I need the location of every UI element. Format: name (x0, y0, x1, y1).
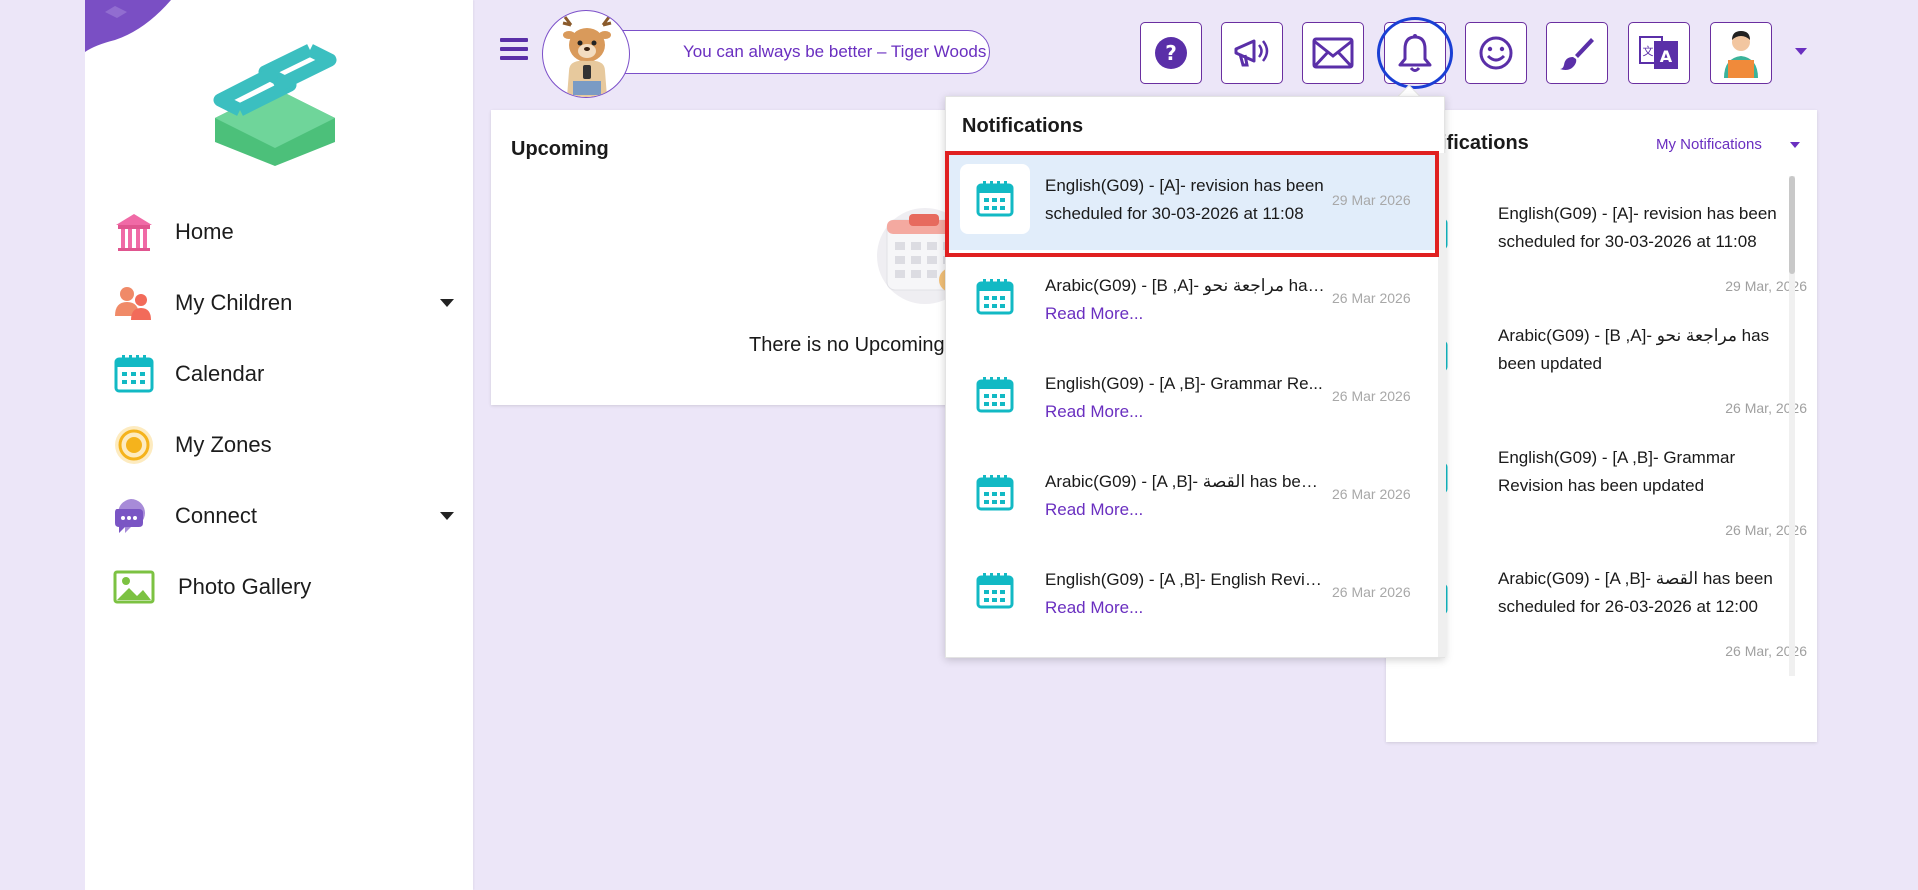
chevron-down-icon[interactable] (440, 298, 454, 307)
photo-gallery-icon (113, 566, 155, 608)
language-button[interactable]: A文 (1628, 22, 1690, 84)
theme-button[interactable] (1546, 22, 1608, 84)
read-more-link[interactable]: Read More... (1045, 398, 1327, 426)
quote-text: You can always be better – Tiger Woods (683, 42, 987, 61)
notification-summary: English(G09) - [A ,B]- English Revis... (1045, 570, 1327, 589)
bell-icon (1398, 34, 1432, 72)
upcoming-empty-text: There is no Upcoming E (749, 334, 964, 356)
read-more-link[interactable]: Read More... (1045, 300, 1327, 328)
sidebar-item-calendar[interactable]: Calendar (85, 338, 473, 409)
svg-text:文: 文 (1643, 44, 1654, 58)
notification-summary: Arabic(G09) - [A ,B]- القصة has been... (1045, 472, 1327, 491)
quote-banner: You can always be better – Tiger Woods (590, 30, 990, 74)
corner-fold-decoration (85, 0, 171, 52)
sidebar-item-my-children[interactable]: My Children (85, 267, 473, 338)
notifications-dropdown: Notifications English(G09) - [A]- revisi… (945, 96, 1446, 658)
upcoming-card: Upcoming There is no Upcoming E (491, 110, 1011, 405)
sidebar-item-home[interactable]: Home (85, 196, 473, 267)
notifications-panel-title: ifications (1441, 132, 1529, 154)
notification-item[interactable]: Arabic(G09) - [A ,B]- القصة has been... … (946, 446, 1438, 544)
notification-item[interactable]: English(G09) - [A]- revision has been sc… (946, 152, 1438, 250)
language-icon: A文 (1639, 36, 1678, 69)
notification-text: English(G09) - [A ,B]- Grammar Re... Rea… (1045, 370, 1327, 426)
notification-item[interactable]: English(G09) - [A ,B]- English Revis... … (946, 544, 1438, 642)
read-more-link[interactable]: Read More... (1045, 594, 1327, 622)
sidebar-item-label: My Zones (175, 431, 272, 457)
svg-text:?: ? (1165, 41, 1177, 65)
help-icon: ? (1155, 37, 1187, 69)
read-more-link[interactable]: Read More... (1045, 496, 1327, 524)
notifications-filter[interactable]: My Notifications (1656, 136, 1762, 153)
scrollbar[interactable] (1438, 153, 1446, 657)
brush-icon (1560, 38, 1594, 70)
profile-avatar (1724, 31, 1758, 78)
calendar-icon (113, 353, 155, 395)
smiley-icon (1479, 36, 1513, 70)
notification-item[interactable]: English(G09) - [A ,B]- Grammar Re... Rea… (946, 348, 1438, 446)
announcement-button[interactable] (1221, 22, 1283, 84)
calendar-icon (960, 556, 1030, 626)
home-icon (113, 211, 155, 253)
notification-text: Arabic(G09) - [B ,A]- مراجعة نحو has bee… (1498, 326, 1770, 373)
children-icon (113, 282, 155, 324)
calendar-icon (960, 262, 1030, 332)
notification-summary: English(G09) - [A ,B]- Grammar Re... (1045, 374, 1323, 393)
notifications-button[interactable] (1384, 22, 1446, 84)
scrollbar[interactable] (1789, 176, 1795, 676)
calendar-icon (960, 458, 1030, 528)
notification-text: English(G09) - [A]- revision has been sc… (1045, 176, 1324, 223)
notification-text: English(G09) - [A ,B]- Grammar Revision … (1498, 448, 1736, 495)
sidebar-item-connect[interactable]: Connect (85, 480, 473, 551)
mail-icon (1312, 37, 1354, 69)
profile-button[interactable] (1710, 22, 1772, 84)
notification-text: English(G09) - [A ,B]- English Revis... … (1045, 566, 1327, 622)
sidebar-item-label: Connect (175, 502, 257, 528)
chevron-down-icon[interactable] (440, 511, 454, 520)
chevron-down-icon[interactable] (1790, 142, 1800, 148)
scrollbar-thumb[interactable] (1789, 176, 1795, 274)
notifications-panel: ifications My Notifications English(G09)… (1386, 110, 1817, 742)
mascot-avatar (542, 10, 630, 98)
notification-date: 26 Mar 2026 (1332, 388, 1411, 404)
upcoming-title: Upcoming (511, 138, 609, 160)
calendar-icon (960, 164, 1030, 234)
mail-button[interactable] (1302, 22, 1364, 84)
notification-summary: Arabic(G09) - [B ,A]- مراجعة نحو has ... (1045, 276, 1327, 295)
notification-text: English(G09) - [A]- revision has been sc… (1498, 204, 1777, 251)
hamburger-menu-button[interactable] (500, 38, 528, 64)
calendar-icon (960, 360, 1030, 430)
sidebar-item-label: Photo Gallery (178, 573, 312, 599)
dropdown-title: Notifications (962, 115, 1084, 137)
svg-text:A: A (1660, 47, 1673, 66)
sidebar-item-label: Home (175, 218, 234, 244)
zones-icon (113, 424, 155, 466)
notification-text: Arabic(G09) - [A ,B]- القصة has been sch… (1498, 569, 1773, 616)
notification-date: 26 Mar 2026 (1332, 290, 1411, 306)
notifications-list: English(G09) - [A]- revision has been sc… (946, 149, 1438, 657)
notification-text: Arabic(G09) - [B ,A]- مراجعة نحو has ...… (1045, 272, 1327, 328)
profile-menu-caret[interactable] (1795, 48, 1807, 55)
announcement-icon (1234, 39, 1269, 67)
notification-text: Arabic(G09) - [A ,B]- القصة has been... … (1045, 468, 1327, 524)
help-button[interactable]: ? (1140, 22, 1202, 84)
sidebar-item-label: Calendar (175, 360, 265, 386)
sidebar-nav: Home My Children Calendar My Zones Conne… (85, 196, 473, 622)
connect-icon (113, 495, 155, 537)
school-logo (213, 44, 337, 166)
sidebar-item-photo-gallery[interactable]: Photo Gallery (85, 551, 473, 622)
notification-date: 26 Mar 2026 (1332, 584, 1411, 600)
notification-date: 26 Mar 2026 (1332, 486, 1411, 502)
sidebar: Home My Children Calendar My Zones Conne… (85, 0, 473, 890)
notification-date: 29 Mar 2026 (1332, 192, 1411, 208)
notification-item[interactable]: Arabic(G09) - [B ,A]- مراجعة نحو has ...… (946, 250, 1438, 348)
mood-button[interactable] (1465, 22, 1527, 84)
sidebar-item-label: My Children (175, 289, 293, 315)
sidebar-item-my-zones[interactable]: My Zones (85, 409, 473, 480)
